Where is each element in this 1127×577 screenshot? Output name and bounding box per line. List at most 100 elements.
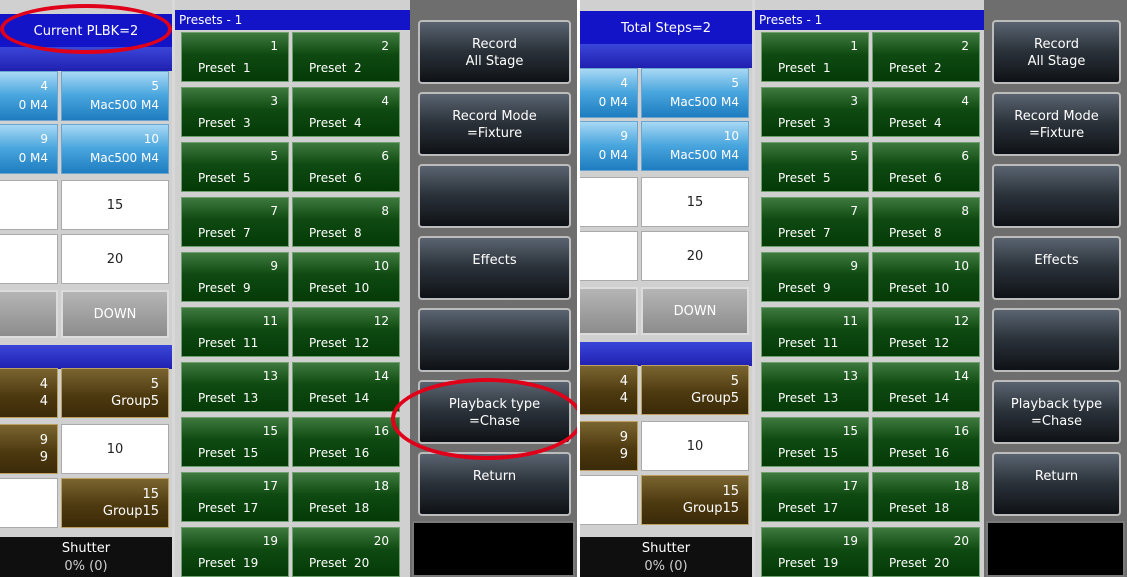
- preset-button[interactable]: 13 Preset 13: [761, 362, 869, 412]
- fixture-button[interactable]: 5 Mac500 M4: [641, 68, 749, 118]
- preset-button[interactable]: 6 Preset 6: [872, 142, 980, 192]
- preset-label: Preset 11: [778, 336, 839, 350]
- up-button[interactable]: [0, 290, 58, 338]
- preset-button[interactable]: 5 Preset 5: [761, 142, 869, 192]
- preset-button[interactable]: 2 Preset 2: [872, 32, 980, 82]
- function-button[interactable]: Return: [992, 452, 1121, 516]
- group-button[interactable]: 15 Group15: [641, 475, 749, 525]
- fixture-button[interactable]: 9 0 M4: [0, 124, 58, 174]
- preset-button[interactable]: 6 Preset 6: [292, 142, 400, 192]
- function-button[interactable]: Record All Stage: [418, 20, 571, 84]
- preset-button[interactable]: 12 Preset 12: [292, 307, 400, 357]
- preset-button[interactable]: 14 Preset 14: [292, 362, 400, 412]
- preset-button[interactable]: 1 Preset 1: [181, 32, 289, 82]
- preset-button[interactable]: 12 Preset 12: [872, 307, 980, 357]
- preset-button[interactable]: 4 Preset 4: [292, 87, 400, 137]
- empty-fixture-cell[interactable]: [580, 177, 638, 227]
- preset-label: Preset 7: [198, 226, 251, 240]
- preset-button[interactable]: 18 Preset 18: [872, 472, 980, 522]
- preset-button[interactable]: 4 Preset 4: [872, 87, 980, 137]
- fixture-button[interactable]: 5 Mac500 M4: [61, 71, 169, 121]
- preset-number: 8: [381, 204, 389, 218]
- fixture-number: 5: [151, 79, 159, 93]
- group-cell[interactable]: 10: [641, 421, 749, 471]
- fixture-button[interactable]: 9 0 M4: [580, 121, 638, 171]
- function-button[interactable]: [992, 164, 1121, 228]
- preset-number: 3: [850, 94, 858, 108]
- group-button[interactable]: 5 Group5: [61, 368, 169, 418]
- preset-button[interactable]: 3 Preset 3: [761, 87, 869, 137]
- function-button[interactable]: Record Mode =Fixture: [992, 92, 1121, 156]
- preset-button[interactable]: 20 Preset 20: [292, 527, 400, 577]
- preset-button[interactable]: 13 Preset 13: [181, 362, 289, 412]
- total-steps-header: Total Steps=2: [580, 11, 752, 45]
- function-button[interactable]: [418, 164, 571, 228]
- preset-button[interactable]: 3 Preset 3: [181, 87, 289, 137]
- preset-number: 19: [842, 534, 858, 548]
- preset-button[interactable]: 7 Preset 7: [181, 197, 289, 247]
- preset-button[interactable]: 1 Preset 1: [761, 32, 869, 82]
- group-number: 5: [150, 377, 159, 392]
- preset-button[interactable]: 2 Preset 2: [292, 32, 400, 82]
- fixture-cell[interactable]: 15: [61, 180, 169, 230]
- up-button[interactable]: [580, 287, 638, 335]
- function-button[interactable]: Record Mode =Fixture: [418, 92, 571, 156]
- shutter-control[interactable]: Shutter 0% (0): [0, 537, 172, 577]
- function-button[interactable]: Effects: [992, 236, 1121, 300]
- group-button[interactable]: 4 4: [580, 365, 638, 415]
- preset-button[interactable]: 20 Preset 20: [872, 527, 980, 577]
- fixture-button[interactable]: 10 Mac500 M4: [61, 124, 169, 174]
- down-button[interactable]: DOWN: [641, 287, 749, 335]
- preset-button[interactable]: 19 Preset 19: [761, 527, 869, 577]
- preset-number: 14: [953, 369, 969, 383]
- empty-fixture-cell[interactable]: [0, 180, 58, 230]
- fixture-button[interactable]: 10 Mac500 M4: [641, 121, 749, 171]
- group-button[interactable]: 9 9: [0, 424, 58, 474]
- function-button[interactable]: Effects: [418, 236, 571, 300]
- function-button[interactable]: Record All Stage: [992, 20, 1121, 84]
- fixture-cell[interactable]: 15: [641, 177, 749, 227]
- fixture-button[interactable]: 4 0 M4: [0, 71, 58, 121]
- preset-button[interactable]: 14 Preset 14: [872, 362, 980, 412]
- group-label: Group15: [102, 504, 159, 519]
- down-button[interactable]: DOWN: [61, 290, 169, 338]
- preset-button[interactable]: 11 Preset 11: [761, 307, 869, 357]
- preset-button[interactable]: 17 Preset 17: [181, 472, 289, 522]
- preset-number: 11: [262, 314, 278, 328]
- empty-group-cell[interactable]: [580, 475, 638, 525]
- group-button[interactable]: 4 4: [0, 368, 58, 418]
- fixture-cell[interactable]: 20: [641, 231, 749, 281]
- preset-button[interactable]: 7 Preset 7: [761, 197, 869, 247]
- function-button[interactable]: [418, 308, 571, 372]
- fixture-cell[interactable]: 20: [61, 234, 169, 284]
- preset-button[interactable]: 15 Preset 15: [761, 417, 869, 467]
- preset-button[interactable]: 10 Preset 10: [872, 252, 980, 302]
- fixture-button[interactable]: 4 0 M4: [580, 68, 638, 118]
- preset-button[interactable]: 5 Preset 5: [181, 142, 289, 192]
- function-button[interactable]: [992, 308, 1121, 372]
- group-cell[interactable]: 10: [61, 424, 169, 474]
- preset-button[interactable]: 18 Preset 18: [292, 472, 400, 522]
- fixture-label: 0 M4: [18, 151, 48, 165]
- group-button[interactable]: 5 Group5: [641, 365, 749, 415]
- preset-button[interactable]: 11 Preset 11: [181, 307, 289, 357]
- preset-button[interactable]: 16 Preset 16: [292, 417, 400, 467]
- preset-button[interactable]: 17 Preset 17: [761, 472, 869, 522]
- preset-button[interactable]: 10 Preset 10: [292, 252, 400, 302]
- preset-button[interactable]: 19 Preset 19: [181, 527, 289, 577]
- group-button[interactable]: 15 Group15: [61, 478, 169, 528]
- preset-button[interactable]: 15 Preset 15: [181, 417, 289, 467]
- preset-button[interactable]: 9 Preset 9: [181, 252, 289, 302]
- empty-group-cell[interactable]: [0, 478, 58, 528]
- preset-button[interactable]: 8 Preset 8: [292, 197, 400, 247]
- preset-button[interactable]: 9 Preset 9: [761, 252, 869, 302]
- function-button[interactable]: Return: [418, 452, 571, 516]
- empty-fixture-cell[interactable]: [580, 231, 638, 281]
- fixture-bar: [580, 44, 752, 68]
- empty-fixture-cell[interactable]: [0, 234, 58, 284]
- preset-button[interactable]: 8 Preset 8: [872, 197, 980, 247]
- function-button[interactable]: Playback type =Chase: [992, 380, 1121, 444]
- preset-button[interactable]: 16 Preset 16: [872, 417, 980, 467]
- shutter-control[interactable]: Shutter 0% (0): [580, 537, 752, 577]
- group-button[interactable]: 9 9: [580, 421, 638, 471]
